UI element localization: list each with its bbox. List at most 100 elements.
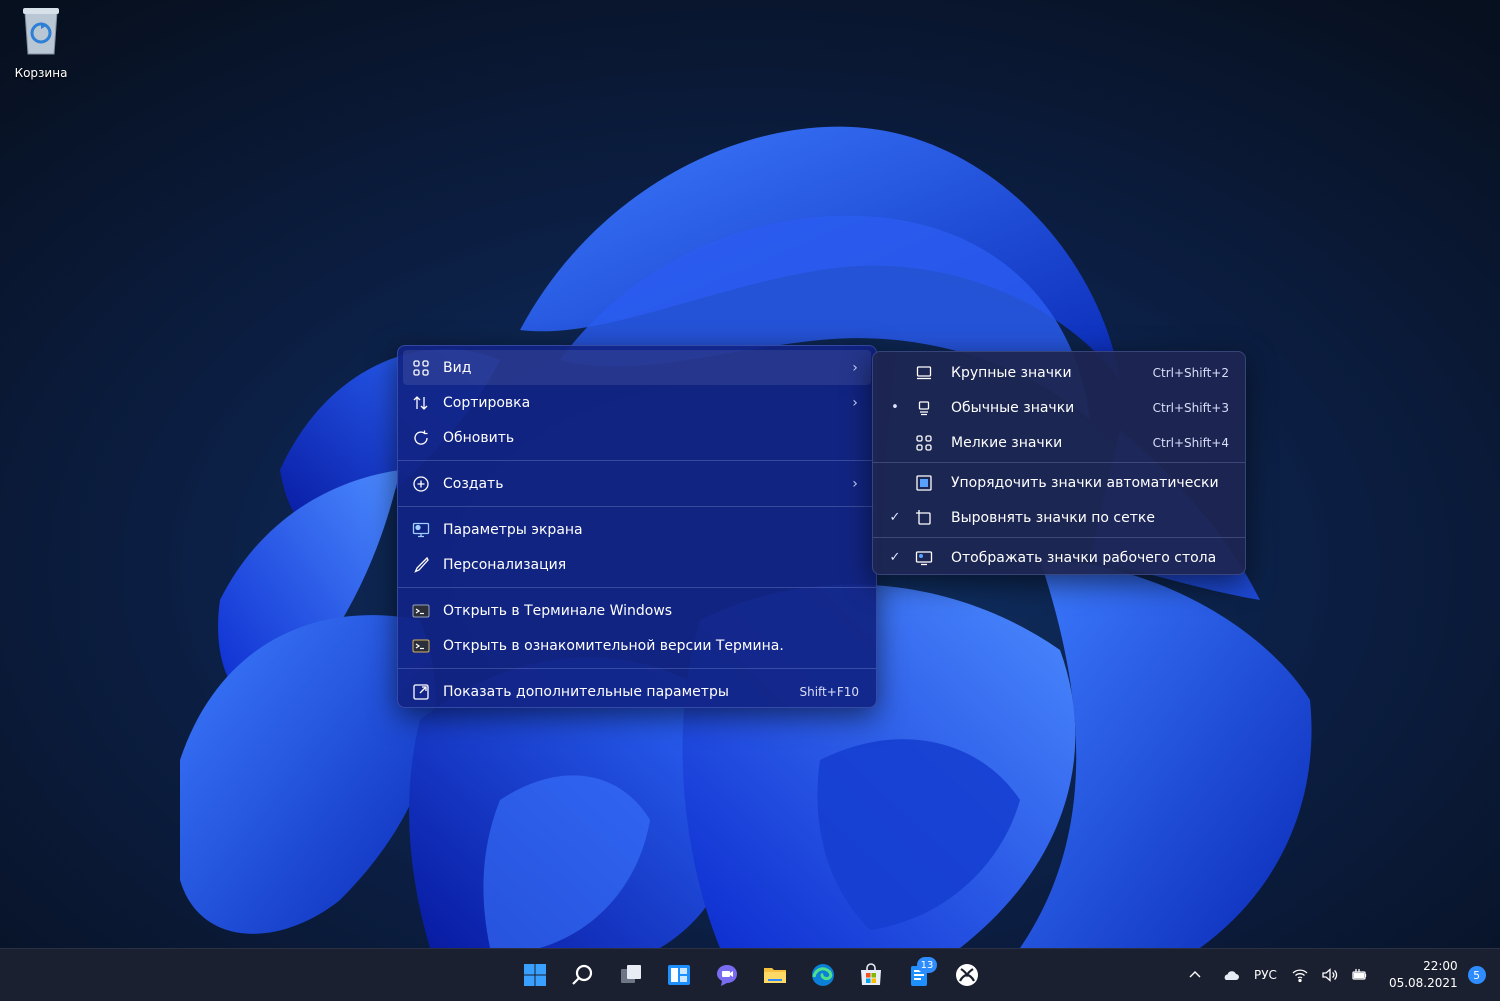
submenu-item-label: Мелкие значки [951,434,1063,451]
terminal-preview-icon [411,636,431,656]
submenu-item-align-grid[interactable]: ✓ Выровнять значки по сетке [877,500,1241,535]
recycle-bin-label: Корзина [14,66,68,80]
submenu-item-medium-icons[interactable]: • Обычные значки Ctrl+Shift+3 [877,390,1241,425]
chevron-right-icon: › [852,359,858,376]
file-explorer-button[interactable] [753,955,797,995]
battery-button[interactable] [1345,960,1375,990]
menu-separator [398,460,876,461]
auto-arrange-icon [913,473,935,493]
view-submenu: Крупные значки Ctrl+Shift+2 • Обычные зн… [872,351,1246,575]
menu-item-label: Открыть в ознакомительной версии Термина… [443,637,784,654]
submenu-item-label: Обычные значки [951,399,1075,416]
clock[interactable]: 22:00 05.08.2021 [1375,958,1464,992]
wifi-button[interactable] [1285,960,1315,990]
language-indicator[interactable]: РУС [1246,968,1285,982]
more-options-icon [411,682,431,702]
search-button[interactable] [561,955,605,995]
clock-time: 22:00 [1423,959,1458,973]
todo-button[interactable]: 13 [897,955,941,995]
notification-count-badge[interactable]: 5 [1467,966,1486,984]
menu-item-personalization[interactable]: Персонализация [403,547,871,582]
volume-icon [1322,968,1338,982]
start-icon [524,964,546,986]
widgets-icon [668,965,690,985]
align-grid-icon [913,508,935,528]
terminal-icon [411,601,431,621]
large-icons-icon [913,363,935,383]
submenu-separator [873,537,1245,538]
xbox-icon [956,964,978,986]
chevron-up-icon [1189,971,1201,978]
chat-button[interactable] [705,955,749,995]
menu-item-label: Обновить [443,429,515,446]
menu-item-show-more-options[interactable]: Показать дополнительные параметры Shift+… [403,674,871,709]
display-settings-icon [411,520,431,540]
menu-separator [398,668,876,669]
menu-item-new[interactable]: Создать › [403,466,871,501]
submenu-item-shortcut: Ctrl+Shift+2 [1152,365,1229,380]
refresh-icon [411,428,431,448]
battery-plug-icon [1352,969,1367,980]
menu-item-shortcut: Shift+F10 [799,684,859,699]
submenu-item-small-icons[interactable]: Мелкие значки Ctrl+Shift+4 [877,425,1241,460]
task-view-icon [621,965,641,983]
menu-item-label: Персонализация [443,556,567,573]
chevron-right-icon: › [852,475,858,492]
edge-icon [812,964,834,986]
submenu-item-large-icons[interactable]: Крупные значки Ctrl+Shift+2 [877,355,1241,390]
menu-item-label: Открыть в Терминале Windows [443,602,673,619]
submenu-item-shortcut: Ctrl+Shift+3 [1152,400,1229,415]
medium-icons-icon [913,398,935,418]
submenu-separator [873,462,1245,463]
menu-item-open-terminal[interactable]: Открыть в Терминале Windows [403,593,871,628]
onedrive-button[interactable] [1216,960,1246,990]
menu-item-label: Показать дополнительные параметры [443,683,729,700]
start-button[interactable] [513,955,557,995]
menu-item-sort[interactable]: Сортировка › [403,385,871,420]
menu-item-label: Создать [443,475,504,492]
show-hidden-icons-button[interactable] [1180,960,1210,990]
view-grid-icon [411,358,431,378]
recycle-bin-icon [23,8,59,55]
cloud-icon [1224,971,1239,980]
chevron-right-icon: › [852,394,858,411]
submenu-item-auto-arrange[interactable]: Упорядочить значки автоматически [877,465,1241,500]
menu-item-display-settings[interactable]: Параметры экрана [403,512,871,547]
widgets-button[interactable] [657,955,701,995]
bullet-mark-icon: • [891,400,899,415]
recycle-bin-shortcut[interactable]: Корзина [6,4,76,80]
show-desktop-icons-icon [913,548,935,568]
pen-brush-icon [411,555,431,575]
chat-icon [717,965,737,986]
checkmark-icon: ✓ [889,550,901,565]
menu-item-view[interactable]: Вид › [403,350,871,385]
xbox-button[interactable] [945,955,989,995]
menu-item-label: Сортировка [443,394,531,411]
submenu-item-label: Выровнять значки по сетке [951,509,1155,526]
task-view-button[interactable] [609,955,653,995]
taskbar-app-list: 13 [511,949,991,1001]
submenu-item-show-desktop-icons[interactable]: ✓ Отображать значки рабочего стола [877,540,1241,575]
wifi-icon [1292,969,1308,983]
clock-date: 05.08.2021 [1388,976,1458,990]
volume-button[interactable] [1315,960,1345,990]
store-button[interactable] [849,955,893,995]
sort-arrows-icon [411,393,431,413]
store-icon [861,963,881,985]
new-plus-icon [411,474,431,494]
menu-item-refresh[interactable]: Обновить [403,420,871,455]
edge-button[interactable] [801,955,845,995]
small-icons-icon [913,433,935,453]
search-icon [572,964,593,985]
submenu-item-label: Крупные значки [951,364,1072,381]
submenu-item-label: Упорядочить значки автоматически [951,474,1219,491]
menu-item-open-terminal-preview[interactable]: Открыть в ознакомительной версии Термина… [403,628,871,663]
checkmark-icon: ✓ [889,510,901,525]
system-tray: РУС 22:00 05.08.2021 5 [1180,949,1486,1001]
submenu-item-label: Отображать значки рабочего стола [951,549,1217,566]
file-explorer-icon [764,968,786,983]
menu-item-label: Параметры экрана [443,521,583,538]
taskbar: 13 РУС 22:00 05.08.2021 5 [0,948,1500,1001]
menu-separator [398,587,876,588]
menu-separator [398,506,876,507]
